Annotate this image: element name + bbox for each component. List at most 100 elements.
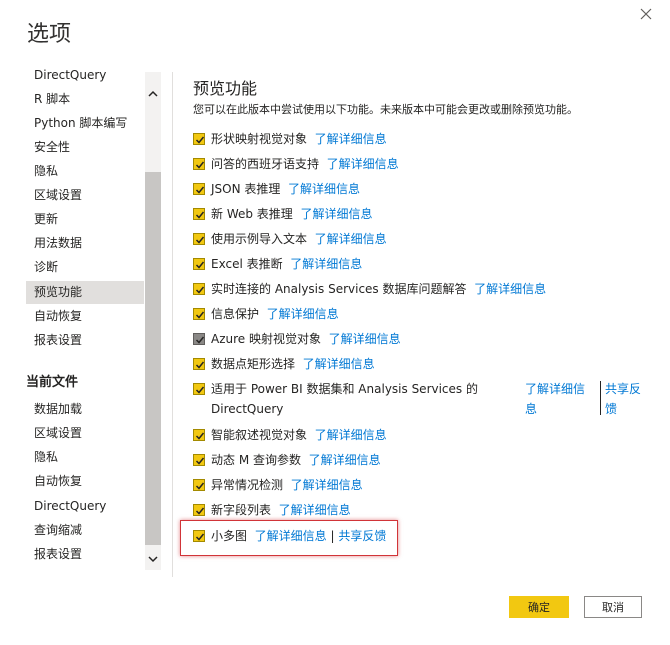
feature-label: Azure 映射视觉对象 <box>211 332 321 346</box>
learn-more-link[interactable]: 了解详细信息 <box>327 157 399 171</box>
nav-item-preview-features[interactable]: 预览功能 <box>26 281 144 304</box>
learn-more-link[interactable]: 了解详细信息 <box>290 257 362 271</box>
checkmark-icon <box>195 236 205 244</box>
learn-more-link[interactable]: 了解详细信息 <box>315 428 387 442</box>
nav-item-data-load[interactable]: 数据加载 <box>26 398 144 421</box>
learn-more-link[interactable]: 了解详细信息 <box>329 332 401 346</box>
nav-item-diagnostics[interactable]: 诊断 <box>26 256 144 279</box>
feature-checkbox[interactable] <box>193 479 205 491</box>
checkmark-icon <box>195 136 205 144</box>
panel-divider <box>172 72 173 577</box>
nav-item-privacy[interactable]: 隐私 <box>26 160 144 183</box>
checkmark-icon <box>195 457 205 465</box>
checkmark-icon <box>195 211 205 219</box>
checkmark-icon <box>195 507 205 515</box>
feature-checkbox[interactable] <box>193 258 205 270</box>
learn-more-link[interactable]: 了解详细信 息 <box>525 379 585 419</box>
feature-label: 新 Web 表推理 <box>211 207 293 221</box>
feature-label: 小多图 <box>211 529 248 543</box>
cancel-button[interactable]: 取消 <box>584 596 642 618</box>
nav-item-file-directquery[interactable]: DirectQuery <box>26 495 144 518</box>
checkmark-icon <box>195 361 205 369</box>
nav-item-file-report-settings[interactable]: 报表设置 <box>26 543 144 566</box>
nav-item-directquery[interactable]: DirectQuery <box>26 66 144 87</box>
feature-label: 信息保护 <box>211 307 260 321</box>
section-title: 预览功能 <box>193 79 258 98</box>
feature-checkbox[interactable] <box>193 333 205 345</box>
learn-more-link[interactable]: 了解详细信息 <box>267 307 339 321</box>
nav-item-report-settings[interactable]: 报表设置 <box>26 329 144 352</box>
link-separator: | <box>330 529 335 543</box>
learn-more-link[interactable]: 了解详细信息 <box>300 207 372 221</box>
learn-more-link[interactable]: 了解详细信息 <box>288 182 360 196</box>
nav-item-file-regional[interactable]: 区域设置 <box>26 422 144 445</box>
feature-label: 实时连接的 Analysis Services 数据库问题解答 <box>211 282 467 296</box>
ok-button[interactable]: 确定 <box>509 596 569 618</box>
feature-checkbox[interactable] <box>193 158 205 170</box>
feature-checkbox[interactable] <box>193 233 205 245</box>
feature-checkbox[interactable] <box>193 383 205 395</box>
checkmark-icon <box>195 161 205 169</box>
checkmark-icon <box>195 533 205 541</box>
share-feedback-link[interactable]: 共享反 馈 <box>605 379 641 419</box>
learn-more-link[interactable]: 了解详细信息 <box>279 503 351 517</box>
feature-checkbox[interactable] <box>193 454 205 466</box>
close-button[interactable] <box>635 3 657 25</box>
checkmark-icon <box>195 311 205 319</box>
checkmark-icon <box>195 186 205 194</box>
feature-checkbox[interactable] <box>193 358 205 370</box>
feature-label: 数据点矩形选择 <box>211 357 296 371</box>
close-icon[interactable] <box>635 3 657 25</box>
share-feedback-link[interactable]: 共享反馈 <box>338 529 386 543</box>
nav-item-usage-data[interactable]: 用法数据 <box>26 232 144 255</box>
feature-row-directquery-pbi: 适用于 Power BI 数据集和 Analysis Services 的 Di… <box>193 381 653 421</box>
feature-checkbox[interactable] <box>193 133 205 145</box>
checkmark-icon <box>195 432 205 440</box>
feature-label: 形状映射视觉对象 <box>211 132 308 146</box>
options-nav: DirectQuery R 脚本 Python 脚本编写 安全性 隐私 区域设置… <box>26 66 144 571</box>
link-separator <box>600 381 601 415</box>
feature-checkbox[interactable] <box>193 283 205 295</box>
section-description: 您可以在此版本中尝试使用以下功能。未来版本中可能会更改或删除预览功能。 <box>193 103 578 116</box>
feature-checkbox[interactable] <box>193 530 205 542</box>
feature-label: 使用示例导入文本 <box>211 232 308 246</box>
feature-checkbox[interactable] <box>193 208 205 220</box>
feature-label: 问答的西班牙语支持 <box>211 157 320 171</box>
feature-label: 新字段列表 <box>211 503 272 517</box>
nav-item-regional[interactable]: 区域设置 <box>26 184 144 207</box>
checkmark-icon <box>195 286 205 294</box>
checkmark-icon <box>195 261 205 269</box>
learn-more-link[interactable]: 了解详细信息 <box>474 282 546 296</box>
nav-item-r-script[interactable]: R 脚本 <box>26 88 144 111</box>
feature-label: 适用于 Power BI 数据集和 Analysis Services 的 Di… <box>211 382 478 416</box>
learn-more-link[interactable]: 了解详细信息 <box>303 357 375 371</box>
feature-label: JSON 表推理 <box>211 182 281 196</box>
learn-more-link[interactable]: 了解详细信息 <box>315 132 387 146</box>
scroll-thumb[interactable] <box>145 172 161 545</box>
learn-more-link[interactable]: 了解详细信息 <box>309 453 381 467</box>
nav-section-current-file: 当前文件 <box>26 375 79 390</box>
nav-item-python[interactable]: Python 脚本编写 <box>26 112 144 135</box>
feature-checkbox[interactable] <box>193 504 205 516</box>
nav-item-query-reduction[interactable]: 查询缩减 <box>26 519 144 542</box>
chevron-up-icon[interactable] <box>147 88 159 100</box>
nav-item-file-auto-recovery[interactable]: 自动恢复 <box>26 470 144 493</box>
feature-label: 异常情况检测 <box>211 478 284 492</box>
nav-item-file-privacy[interactable]: 隐私 <box>26 446 144 469</box>
nav-scrollbar[interactable] <box>145 72 161 570</box>
feature-label: Excel 表推断 <box>211 257 283 271</box>
chevron-down-icon[interactable] <box>147 553 159 565</box>
feature-checkbox[interactable] <box>193 183 205 195</box>
dialog-title: 选项 <box>27 22 72 47</box>
nav-item-updates[interactable]: 更新 <box>26 208 144 231</box>
checkmark-icon <box>195 336 205 344</box>
feature-label: 动态 M 查询参数 <box>211 453 301 467</box>
learn-more-link[interactable]: 了解详细信息 <box>315 232 387 246</box>
learn-more-link[interactable]: 了解详细信息 <box>291 478 363 492</box>
feature-checkbox[interactable] <box>193 308 205 320</box>
nav-item-auto-recovery[interactable]: 自动恢复 <box>26 305 144 328</box>
nav-item-security[interactable]: 安全性 <box>26 136 144 159</box>
learn-more-link[interactable]: 了解详细信息 <box>255 529 327 543</box>
feature-checkbox[interactable] <box>193 429 205 441</box>
checkmark-icon <box>195 386 205 394</box>
